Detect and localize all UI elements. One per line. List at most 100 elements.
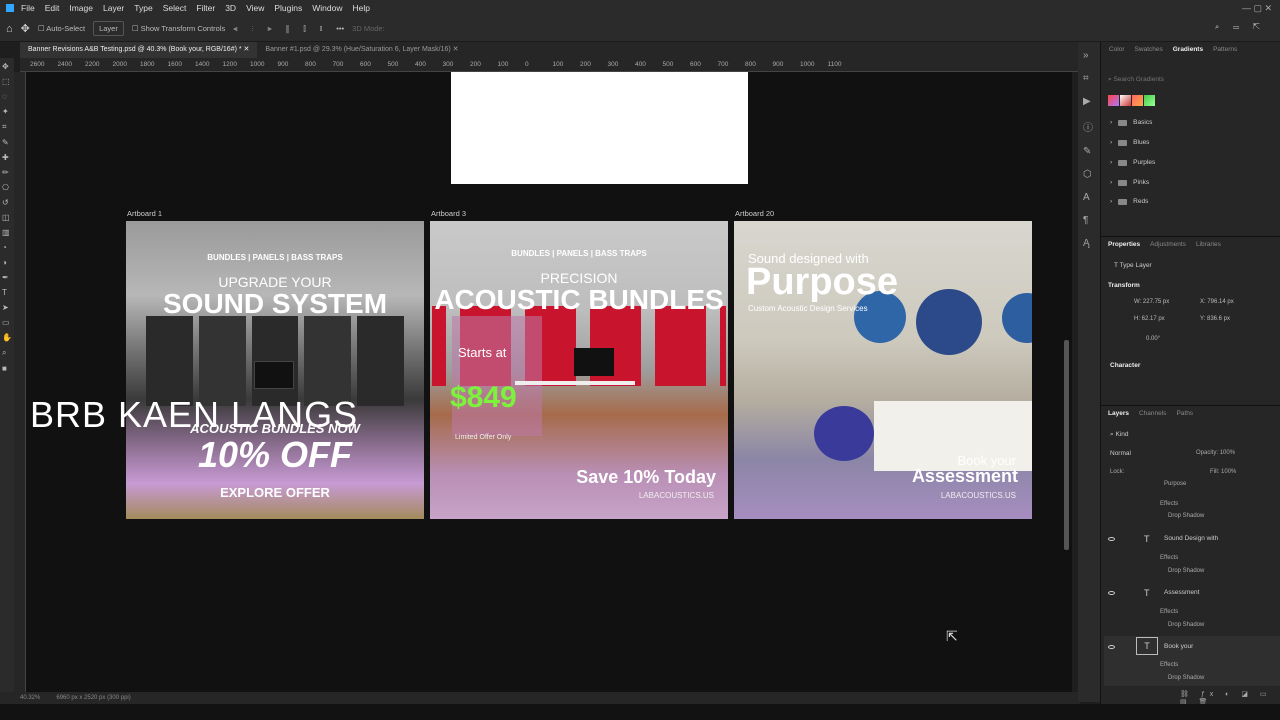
x-field[interactable]: X: 796.14 px (1200, 299, 1234, 305)
artboard-20-label[interactable]: Artboard 20 (735, 209, 774, 218)
menu-window[interactable]: Window (307, 3, 347, 13)
crop-tool-icon[interactable]: ⌗ (2, 122, 12, 132)
menu-edit[interactable]: Edit (40, 3, 65, 13)
vertical-scrollbar[interactable] (1064, 340, 1069, 550)
recent-gradients[interactable] (1108, 95, 1155, 106)
height-field[interactable]: H: 62.17 px (1134, 316, 1165, 322)
kind-filter[interactable]: ⌕ Kind (1110, 431, 1128, 439)
y-field[interactable]: Y: 836.6 px (1200, 316, 1230, 322)
opacity-control[interactable]: Opacity: 100% (1196, 450, 1235, 456)
opacity-value[interactable]: 100% (1220, 450, 1235, 456)
paragraph-icon[interactable]: ¶ (1083, 215, 1095, 226)
menu-plugins[interactable]: Plugins (269, 3, 307, 13)
menu-help[interactable]: Help (347, 3, 374, 13)
menu-select[interactable]: Select (158, 3, 192, 13)
menu-layer[interactable]: Layer (98, 3, 129, 13)
menu-file[interactable]: File (16, 3, 40, 13)
history-icon[interactable]: ⌗ (1083, 73, 1095, 84)
lasso-tool-icon[interactable]: ◌ (2, 92, 12, 101)
gradient-group-pinks[interactable]: › Pinks (1110, 179, 1149, 186)
character-icon[interactable]: A (1083, 192, 1095, 203)
zoom-tool-icon[interactable]: ⌕ (2, 348, 12, 358)
expand-icon[interactable]: » (1083, 50, 1095, 61)
tab-layers[interactable]: Layers (1108, 410, 1129, 417)
menu-filter[interactable]: Filter (191, 3, 220, 13)
move-tool-icon[interactable]: ✥ (21, 22, 30, 35)
glyph-icon[interactable]: Ą (1083, 238, 1095, 249)
tab-paths[interactable]: Paths (1176, 410, 1193, 417)
type-tool-icon[interactable]: T (2, 288, 12, 297)
align-icons[interactable]: ⫷ ⫶ ⫸ ⫼ ⫿ ⫾ (233, 24, 328, 34)
artboard-3[interactable]: BUNDLES | PANELS | BASS TRAPS PRECISION … (430, 221, 728, 519)
tab-properties[interactable]: Properties (1108, 241, 1140, 248)
tab-swatches[interactable]: Swatches (1135, 46, 1163, 53)
zoom-level[interactable]: 40.32% (20, 695, 40, 701)
visibility-eye-icon[interactable] (1108, 645, 1115, 649)
search-icon[interactable]: ⌕ ▭ ⇱ (1215, 22, 1266, 32)
color-swatch-icon[interactable]: ■ (2, 364, 12, 373)
stamp-tool-icon[interactable]: ⎔ (2, 183, 12, 192)
shape-tool-icon[interactable]: ▭ (2, 318, 12, 327)
gradient-search[interactable]: ⌕ (1108, 76, 1273, 86)
gradient-search-input[interactable] (1113, 76, 1254, 83)
heal-tool-icon[interactable]: ✚ (2, 153, 12, 162)
tab-libraries[interactable]: Libraries (1196, 241, 1221, 248)
layer-row-sound-design[interactable]: T Sound Design with Effects Drop Shadow (1104, 530, 1280, 580)
tab-patterns[interactable]: Patterns (1213, 46, 1237, 53)
layer-row-book-your[interactable]: T Book your Effects Drop Shadow (1104, 636, 1280, 686)
3d-icon[interactable]: ⬡ (1083, 169, 1095, 180)
fill-value[interactable]: 100% (1221, 469, 1236, 475)
path-tool-icon[interactable]: ➤ (2, 303, 12, 312)
gradient-group-purples[interactable]: › Purples (1110, 159, 1155, 166)
dodge-tool-icon[interactable]: ◑ (2, 258, 12, 267)
blur-tool-icon[interactable]: ◔ (2, 243, 12, 252)
tab-color[interactable]: Color (1109, 46, 1125, 53)
visibility-eye-icon[interactable] (1108, 537, 1115, 541)
visibility-eye-icon[interactable] (1108, 591, 1115, 595)
brush-tool-icon[interactable]: ✏ (2, 168, 12, 177)
eraser-tool-icon[interactable]: ◫ (2, 213, 12, 222)
blend-mode-select[interactable]: Normal (1110, 450, 1131, 457)
transform-checkbox[interactable]: ☐ Show Transform Controls (132, 24, 225, 33)
history-tool-icon[interactable]: ↺ (2, 198, 12, 207)
artboard-20[interactable]: Sound designed with Purpose Custom Acous… (734, 221, 1032, 519)
select-tool-icon[interactable]: ✦ (2, 107, 12, 116)
home-icon[interactable]: ⌂ (6, 23, 13, 35)
move-tool-icon[interactable]: ✥ (2, 62, 12, 71)
gradient-group-reds[interactable]: › Reds (1110, 198, 1148, 205)
info-icon[interactable]: ⓘ (1083, 119, 1095, 134)
artboard-1-label[interactable]: Artboard 1 (127, 209, 162, 218)
gradient-group-blues[interactable]: › Blues (1110, 139, 1149, 146)
tab-banner-1[interactable]: Banner #1.psd @ 29.3% (Hue/Saturation 6,… (257, 42, 466, 58)
transform-section[interactable]: Transform (1108, 282, 1140, 289)
artboard-3-label[interactable]: Artboard 3 (431, 209, 466, 218)
layer-select[interactable]: Layer (93, 21, 124, 36)
fill-control[interactable]: Fill: 100% (1210, 469, 1236, 475)
blank-artboard[interactable] (451, 72, 748, 184)
angle-field[interactable]: 0.00° (1146, 336, 1160, 342)
gradient-tool-icon[interactable]: ▥ (2, 228, 12, 237)
layer-row-purpose[interactable]: Purpose Effects Drop Shadow (1104, 480, 1280, 520)
gradient-group-basics[interactable]: › Basics (1110, 119, 1152, 126)
tab-banner-revisions[interactable]: Banner Revisions A&B Testing.psd @ 40.3%… (20, 42, 258, 58)
tab-channels[interactable]: Channels (1139, 410, 1166, 417)
menu-type[interactable]: Type (129, 3, 157, 13)
play-icon[interactable]: ▶ (1083, 96, 1095, 107)
tab-adjustments[interactable]: Adjustments (1150, 241, 1186, 248)
character-section[interactable]: Character (1110, 362, 1140, 369)
eyedropper-tool-icon[interactable]: ✎ (2, 138, 12, 147)
brush-settings-icon[interactable]: ✎ (1083, 146, 1095, 157)
menu-view[interactable]: View (241, 3, 269, 13)
layer-row-assessment[interactable]: T Assessment Effects Drop Shadow (1104, 584, 1280, 634)
pen-tool-icon[interactable]: ✒ (2, 273, 12, 282)
menu-3d[interactable]: 3D (220, 3, 241, 13)
more-icon[interactable]: ••• (336, 24, 344, 33)
auto-select-checkbox[interactable]: ☐ Auto-Select (38, 24, 85, 33)
hand-tool-icon[interactable]: ✋ (2, 333, 12, 342)
marquee-tool-icon[interactable]: ⬚ (2, 77, 12, 86)
menu-image[interactable]: Image (64, 3, 98, 13)
tab-gradients[interactable]: Gradients (1173, 46, 1203, 53)
artboard-1[interactable]: BUNDLES | PANELS | BASS TRAPS UPGRADE YO… (126, 221, 424, 519)
window-controls[interactable]: — ▢ ✕ (1242, 3, 1272, 14)
width-field[interactable]: W: 227.75 px (1134, 299, 1169, 305)
